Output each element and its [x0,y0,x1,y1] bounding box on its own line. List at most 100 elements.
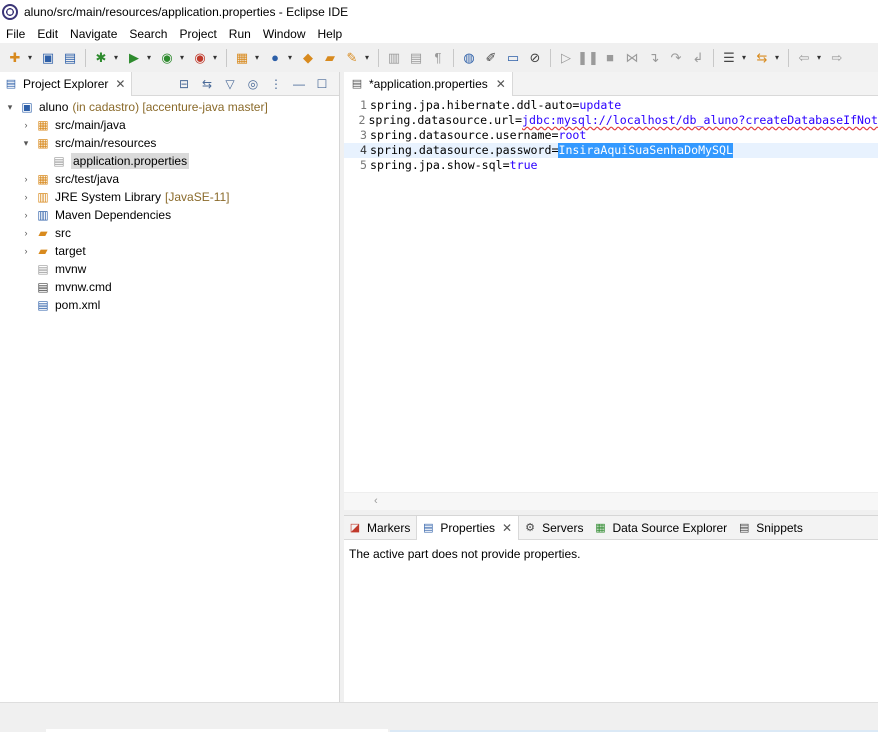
suspend-icon[interactable]: ❚❚ [577,49,599,67]
chevron-down-icon[interactable]: ▾ [4,102,16,113]
tree-item[interactable]: ▤ mvnw [0,260,339,278]
code-line[interactable]: 1 spring.jpa.hibernate.ddl-auto= update [344,98,878,113]
resume-icon[interactable]: ▷ [557,49,575,67]
dropdown-arrow-icon[interactable]: ▾ [286,53,294,62]
run-icon[interactable]: ▶ [125,49,143,67]
focus-icon[interactable]: ◎ [244,75,262,93]
tree-item-label: JRE System Library [55,190,162,204]
collapse-all-icon[interactable]: ⊟ [175,75,193,93]
open-folder-icon[interactable]: ▰ [321,49,339,67]
menu-help[interactable]: Help [312,27,349,41]
menu-run[interactable]: Run [223,27,257,41]
back-icon[interactable]: ⇦ [795,49,813,67]
new-server-icon[interactable]: ▦ [233,49,251,67]
step-over-icon[interactable]: ↷ [667,49,685,67]
menu-file[interactable]: File [0,27,31,41]
chevron-right-icon[interactable]: › [20,174,32,184]
console-icon[interactable]: ▭ [504,49,522,67]
save-icon[interactable]: ▣ [39,49,57,67]
external-tools-icon[interactable]: ◉ [191,49,209,67]
tree-item[interactable]: ▤ application.properties [0,152,339,170]
link-with-editor-icon[interactable]: ⇆ [198,75,216,93]
menu-navigate[interactable]: Navigate [64,27,123,41]
tab-servers[interactable]: ⚙ Servers [519,516,589,540]
dropdown-arrow-icon[interactable]: ▾ [815,53,823,62]
code-line[interactable]: 3 spring.datasource.username= root [344,128,878,143]
minimize-icon[interactable]: — [290,75,308,93]
menu-search[interactable]: Search [123,27,173,41]
chevron-right-icon[interactable]: › [20,192,32,202]
maximize-icon[interactable]: ☐ [313,75,331,93]
dropdown-arrow-icon[interactable]: ▾ [363,53,371,62]
scroll-left-icon[interactable]: ‹ [374,495,378,507]
tree-item[interactable]: ▾ ▦ src/main/resources [0,134,339,152]
pin-icon[interactable]: ✐ [482,49,500,67]
tree-item[interactable]: ▤ mvnw.cmd [0,278,339,296]
menu-project[interactable]: Project [173,27,222,41]
forward-icon[interactable]: ⇨ [828,49,846,67]
tab-snippets[interactable]: ▤ Snippets [733,516,809,540]
tree-item-decoration: [JavaSE-11] [165,190,230,204]
dropdown-arrow-icon[interactable]: ▾ [740,53,748,62]
line-number: 3 [360,128,367,142]
dropdown-arrow-icon[interactable]: ▾ [773,53,781,62]
open-type-icon[interactable]: ◆ [299,49,317,67]
tree-item[interactable]: › ▥ JRE System Library [JavaSE-11] [0,188,339,206]
disconnect-icon[interactable]: ⋈ [623,49,641,67]
dropdown-arrow-icon[interactable]: ▾ [112,53,120,62]
tree-item[interactable]: › ▦ src/test/java [0,170,339,188]
code-line[interactable]: 5 spring.jpa.show-sql= true [344,158,878,173]
tree-item[interactable]: › ▰ target [0,242,339,260]
dropdown-arrow-icon[interactable]: ▾ [145,53,153,62]
terminate-icon[interactable]: ■ [601,49,619,67]
menu-edit[interactable]: Edit [31,27,64,41]
close-icon[interactable]: ✕ [115,77,125,91]
close-icon[interactable]: ✕ [496,77,506,91]
tree-item[interactable]: › ▦ src/main/java [0,116,339,134]
show-whitespace-icon[interactable]: ¶ [429,49,447,67]
chevron-right-icon[interactable]: › [20,246,32,256]
tree-item[interactable]: ▾ ▣ aluno (in cadastro) [accenture-java mas… [0,98,339,116]
chevron-right-icon[interactable]: › [20,120,32,130]
new-class-icon[interactable]: ● [266,49,284,67]
dropdown-arrow-icon[interactable]: ▾ [211,53,219,62]
tab-application-properties[interactable]: ▤ *application.properties ✕ [344,71,513,96]
dropdown-arrow-icon[interactable]: ▾ [253,53,261,62]
prev-annotation-icon[interactable]: ⇆ [753,49,771,67]
save-all-icon[interactable]: ▤ [61,49,79,67]
tab-project-explorer[interactable]: ▤ Project Explorer ✕ [0,71,133,96]
new-icon[interactable]: ✚ [6,49,24,67]
tree-item[interactable]: ▤ pom.xml [0,296,339,314]
menu-window[interactable]: Window [257,27,312,41]
dropdown-arrow-icon[interactable]: ▾ [178,53,186,62]
tree-item[interactable]: › ▥ Maven Dependencies [0,206,339,224]
tree-item[interactable]: › ▰ src [0,224,339,242]
tab-data-source-explorer[interactable]: ▦ Data Source Explorer [589,516,733,540]
code-line[interactable]: 4 spring.datasource.password= InsiraAquiSu… [344,143,878,158]
next-annotation-icon[interactable]: ☰ [720,49,738,67]
coverage-icon[interactable]: ◉ [158,49,176,67]
step-return-icon[interactable]: ↲ [689,49,707,67]
toggle-markoccurrences-icon[interactable]: ▤ [407,49,425,67]
source-folder-icon: ▦ [37,118,49,132]
tab-markers[interactable]: ◪ Markers [344,516,416,540]
view-menu-icon[interactable]: ⋮ [267,75,285,93]
close-icon[interactable]: ✕ [502,521,512,535]
horizontal-scrollbar[interactable]: ‹ [344,492,878,510]
properties-file-icon: ▤ [351,78,363,90]
chevron-down-icon[interactable]: ▾ [20,138,32,149]
toolbar-separator [713,48,714,67]
step-into-icon[interactable]: ↴ [645,49,663,67]
globe-icon[interactable]: ◍ [460,49,478,67]
tab-properties[interactable]: ▤ Properties ✕ [416,515,520,540]
search-task-icon[interactable]: ✎ [343,49,361,67]
debug-icon[interactable]: ✱ [92,49,110,67]
dropdown-arrow-icon[interactable]: ▾ [26,53,34,62]
toggle-breadcrumb-icon[interactable]: ▥ [385,49,403,67]
code-line[interactable]: 2 spring.datasource.url= jdbc:mysql://loca… [344,113,878,128]
chevron-right-icon[interactable]: › [20,228,32,238]
skip-breakpoints-icon[interactable]: ⊘ [526,49,544,67]
chevron-right-icon[interactable]: › [20,210,32,220]
code-text[interactable]: 1 spring.jpa.hibernate.ddl-auto= update 2 sp… [344,98,878,492]
filter-icon[interactable]: ▽ [221,75,239,93]
